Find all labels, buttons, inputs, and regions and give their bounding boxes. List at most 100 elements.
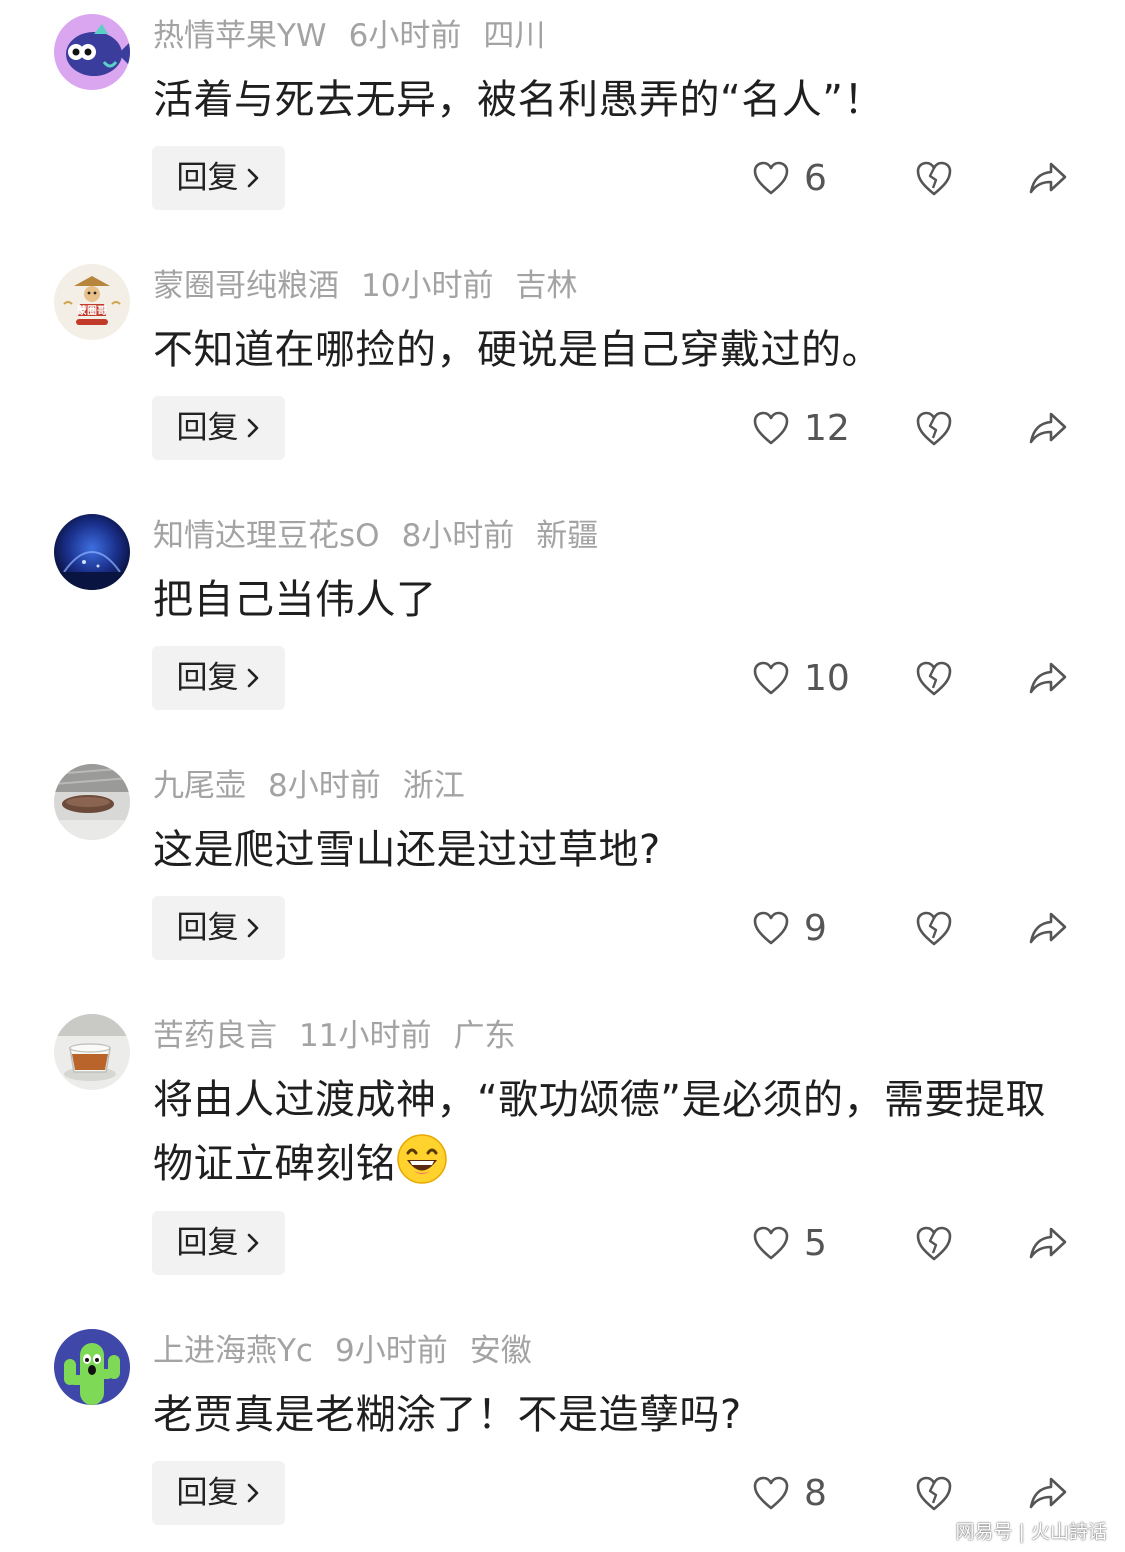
heart-outline-icon bbox=[753, 411, 789, 445]
like-button[interactable]: 10 bbox=[752, 646, 850, 710]
chevron-right-icon bbox=[247, 918, 258, 938]
like-button[interactable]: 12 bbox=[752, 396, 850, 460]
broken-heart-icon bbox=[916, 161, 952, 196]
reply-label: 回复 bbox=[176, 910, 239, 946]
reply-label: 回复 bbox=[176, 410, 239, 446]
username[interactable]: 九尾壶 bbox=[153, 768, 246, 804]
heart-outline-icon bbox=[753, 1476, 789, 1510]
location: 安徽 bbox=[469, 1333, 532, 1369]
like-count: 8 bbox=[804, 1472, 827, 1514]
user-avatar[interactable] bbox=[54, 1014, 130, 1090]
dislike-button[interactable] bbox=[914, 1461, 954, 1525]
watermark: 网易号 | 火山詩话 bbox=[955, 1521, 1107, 1543]
user-avatar[interactable] bbox=[54, 514, 130, 590]
comment-text: 将由人过渡成神，“歌功颂德”是必须的，需要提取物证立碑刻铭 bbox=[153, 1068, 1083, 1196]
username[interactable]: 苦药良言 bbox=[153, 1018, 277, 1054]
share-arrow-icon bbox=[1029, 162, 1067, 194]
user-avatar[interactable] bbox=[54, 14, 130, 90]
username[interactable]: 上进海燕Yc bbox=[153, 1333, 313, 1369]
comment-meta: 上进海燕Yc 9小时前 安徽 bbox=[153, 1329, 554, 1373]
chevron-right-icon bbox=[247, 1233, 258, 1253]
reply-label: 回复 bbox=[176, 160, 239, 196]
heart-outline-icon bbox=[753, 1226, 789, 1260]
share-arrow-icon bbox=[1029, 1477, 1067, 1509]
dislike-button[interactable] bbox=[914, 646, 954, 710]
like-count: 9 bbox=[804, 907, 827, 949]
share-button[interactable] bbox=[1028, 1461, 1068, 1525]
timestamp: 8小时前 bbox=[268, 768, 381, 804]
heart-outline-icon bbox=[753, 661, 789, 695]
comment-meta: 知情达理豆花sO 8小时前 新疆 bbox=[153, 514, 620, 558]
broken-heart-icon bbox=[916, 911, 952, 946]
share-arrow-icon bbox=[1029, 412, 1067, 444]
like-count: 12 bbox=[804, 407, 850, 449]
share-button[interactable] bbox=[1028, 146, 1068, 210]
like-button[interactable]: 9 bbox=[752, 896, 827, 960]
broken-heart-icon bbox=[916, 661, 952, 696]
heart-outline-icon bbox=[753, 911, 789, 945]
comment-text: 老贾真是老糊涂了！不是造孽吗? bbox=[153, 1392, 742, 1438]
location: 吉林 bbox=[515, 268, 578, 304]
cactus-cartoon-avatar bbox=[54, 1329, 130, 1405]
share-button[interactable] bbox=[1028, 646, 1068, 710]
reply-button[interactable]: 回复 bbox=[152, 146, 285, 210]
reply-button[interactable]: 回复 bbox=[152, 1461, 285, 1525]
tea-cup-photo-avatar bbox=[54, 1014, 130, 1090]
comment-meta: 热情苹果YW 6小时前 四川 bbox=[153, 14, 567, 58]
location: 新疆 bbox=[536, 518, 599, 554]
share-button[interactable] bbox=[1028, 396, 1068, 460]
timestamp: 9小时前 bbox=[334, 1333, 448, 1369]
comment-text-body: 将由人过渡成神，“歌功颂德”是必须的，需要提取物证立碑刻铭 bbox=[153, 1077, 1046, 1187]
heart-outline-icon bbox=[753, 161, 789, 195]
location: 广东 bbox=[453, 1018, 516, 1054]
share-arrow-icon bbox=[1029, 1227, 1067, 1259]
reply-label: 回复 bbox=[176, 1225, 239, 1261]
chevron-right-icon bbox=[247, 418, 258, 438]
comment-meta: 九尾壶 8小时前 浙江 bbox=[153, 764, 487, 808]
liquor-brand-logo-avatar: 蒙圈哥 bbox=[54, 264, 130, 340]
like-count: 10 bbox=[804, 657, 850, 699]
laughing-face-emoji bbox=[397, 1134, 447, 1184]
blue-night-scene-avatar bbox=[54, 514, 130, 590]
timestamp: 8小时前 bbox=[401, 518, 515, 554]
reply-button[interactable]: 回复 bbox=[152, 646, 285, 710]
user-avatar[interactable]: 蒙圈哥 bbox=[54, 264, 130, 340]
comment-text: 活着与死去无异，被名利愚弄的“名人”！ bbox=[153, 77, 884, 123]
like-button[interactable]: 8 bbox=[752, 1461, 827, 1525]
share-button[interactable] bbox=[1028, 896, 1068, 960]
share-arrow-icon bbox=[1029, 662, 1067, 694]
username[interactable]: 知情达理豆花sO bbox=[153, 518, 380, 554]
chevron-right-icon bbox=[247, 668, 258, 688]
reply-button[interactable]: 回复 bbox=[152, 396, 285, 460]
teapot-photo-avatar bbox=[54, 764, 130, 840]
timestamp: 6小时前 bbox=[348, 18, 462, 54]
reply-button[interactable]: 回复 bbox=[152, 896, 285, 960]
user-avatar[interactable] bbox=[54, 1329, 130, 1405]
like-count: 6 bbox=[804, 157, 827, 199]
reply-button[interactable]: 回复 bbox=[152, 1211, 285, 1275]
share-arrow-icon bbox=[1029, 912, 1067, 944]
comment-text: 不知道在哪捡的，硬说是自己穿戴过的。 bbox=[153, 327, 882, 373]
avatar-logo-text: 蒙圈哥 bbox=[77, 304, 107, 317]
reply-label: 回复 bbox=[176, 660, 239, 696]
username[interactable]: 蒙圈哥纯粮酒 bbox=[153, 268, 339, 304]
like-count: 5 bbox=[804, 1222, 827, 1264]
comment-text: 把自己当伟人了 bbox=[153, 577, 437, 623]
broken-heart-icon bbox=[916, 1226, 952, 1261]
like-button[interactable]: 5 bbox=[752, 1211, 827, 1275]
cartoon-fish-avatar bbox=[54, 14, 130, 90]
dislike-button[interactable] bbox=[914, 1211, 954, 1275]
timestamp: 11小时前 bbox=[299, 1018, 432, 1054]
username[interactable]: 热情苹果YW bbox=[153, 18, 327, 54]
broken-heart-icon bbox=[916, 411, 952, 446]
dislike-button[interactable] bbox=[914, 896, 954, 960]
like-button[interactable]: 6 bbox=[752, 146, 827, 210]
dislike-button[interactable] bbox=[914, 146, 954, 210]
chevron-right-icon bbox=[247, 1483, 258, 1503]
location: 浙江 bbox=[402, 768, 465, 804]
dislike-button[interactable] bbox=[914, 396, 954, 460]
share-button[interactable] bbox=[1028, 1211, 1068, 1275]
user-avatar[interactable] bbox=[54, 764, 130, 840]
comment-meta: 蒙圈哥纯粮酒 10小时前 吉林 bbox=[153, 264, 599, 308]
broken-heart-icon bbox=[916, 1476, 952, 1511]
